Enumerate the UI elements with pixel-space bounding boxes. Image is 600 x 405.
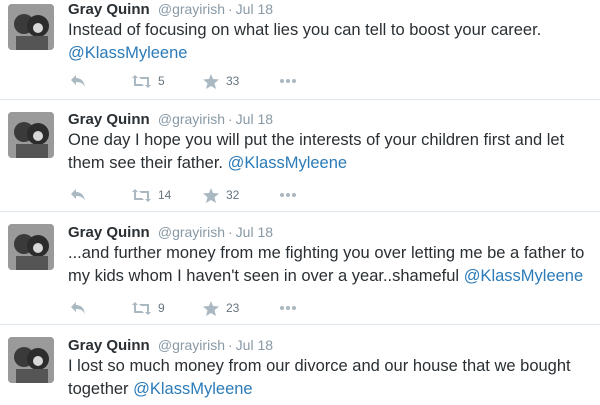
favorite-button[interactable]: 33 (203, 71, 239, 91)
reply-button[interactable] (70, 298, 86, 318)
tweet-text-line: Instead of focusing on what lies you can… (68, 21, 542, 39)
user-handle[interactable]: @grayirish (158, 1, 225, 17)
separator: · (227, 111, 233, 127)
tweet-3: Gray Quinn @grayirish · Jul 18 ...and furt… (0, 212, 600, 325)
user-name[interactable]: Gray Quinn (68, 111, 150, 128)
more-button[interactable] (279, 185, 297, 205)
tweet-header: Gray Quinn @grayirish · Jul 18 (68, 110, 273, 128)
tweet-text-line: ...and further money from me fighting yo… (68, 244, 585, 262)
reply-button[interactable] (70, 71, 86, 91)
reply-icon (71, 189, 85, 201)
more-dots-icon (280, 79, 296, 83)
retweet-button[interactable]: 5 (132, 71, 165, 91)
tweet-2: Gray Quinn @grayirish · Jul 18 One day I h… (0, 100, 600, 212)
reply-icon (71, 302, 85, 314)
more-dots-icon (280, 306, 296, 310)
tweet-date[interactable]: Jul 18 (236, 1, 273, 17)
retweet-count: 14 (158, 188, 172, 202)
favorite-button[interactable]: 32 (203, 185, 239, 205)
retweet-icon (132, 301, 151, 315)
avatar[interactable] (8, 337, 54, 383)
tweet-4: Gray Quinn @grayirish · Jul 18 I lost so m… (0, 325, 600, 405)
user-name[interactable]: Gray Quinn (68, 1, 150, 18)
mention-link[interactable]: @KlassMyleene (68, 44, 187, 62)
retweet-icon (132, 188, 151, 202)
favorite-count: 32 (226, 188, 240, 202)
user-handle[interactable]: @grayirish (158, 224, 225, 240)
reply-button[interactable] (70, 185, 86, 205)
avatar[interactable] (8, 112, 54, 158)
tweet-1: Gray Quinn @grayirish · Jul 18 Instead of … (0, 0, 600, 100)
retweet-count: 5 (158, 74, 165, 88)
mention-link[interactable]: @KlassMyleene (228, 154, 347, 172)
more-button[interactable] (279, 71, 297, 91)
separator: · (227, 224, 233, 240)
favorite-star-icon (203, 300, 219, 316)
user-handle[interactable]: @grayirish (158, 111, 225, 127)
mention-link[interactable]: @KlassMyleene (133, 380, 252, 398)
tweet-header: Gray Quinn @grayirish · Jul 18 (68, 223, 273, 241)
retweet-button[interactable]: 9 (132, 298, 165, 318)
retweet-button[interactable]: 14 (132, 185, 171, 205)
tweet-text: One day I hope you will put the interest… (68, 129, 596, 175)
tweet-date[interactable]: Jul 18 (236, 337, 273, 353)
tweet-text-line: together (68, 380, 129, 398)
user-name[interactable]: Gray Quinn (68, 224, 150, 241)
tweet-date[interactable]: Jul 18 (236, 224, 273, 240)
tweet-header: Gray Quinn @grayirish · Jul 18 (68, 336, 273, 354)
favorite-star-icon (203, 73, 219, 89)
tweet-text-line: my kids whom I haven't seen in over a ye… (68, 267, 460, 285)
tweet-text-line: I lost so much money from our divorce an… (68, 357, 571, 375)
favorite-count: 33 (226, 74, 240, 88)
avatar[interactable] (8, 4, 54, 50)
more-button[interactable] (279, 298, 297, 318)
tweet-text: I lost so much money from our divorce an… (68, 355, 596, 401)
tweet-text: ...and further money from me fighting yo… (68, 242, 596, 288)
user-handle[interactable]: @grayirish (158, 337, 225, 353)
more-dots-icon (280, 193, 296, 197)
avatar[interactable] (8, 224, 54, 270)
mention-link[interactable]: @KlassMyleene (464, 267, 583, 285)
tweet-text-line: One day I hope you will put the interest… (68, 131, 565, 149)
user-name[interactable]: Gray Quinn (68, 337, 150, 354)
separator: · (227, 1, 233, 17)
tweet-text: Instead of focusing on what lies you can… (68, 19, 596, 65)
separator: · (227, 337, 233, 353)
retweet-icon (132, 74, 151, 88)
reply-icon (71, 75, 85, 87)
retweet-count: 9 (158, 301, 165, 315)
favorite-star-icon (203, 187, 219, 203)
tweet-date[interactable]: Jul 18 (236, 111, 273, 127)
tweet-header: Gray Quinn @grayirish · Jul 18 (68, 0, 273, 18)
favorite-count: 23 (226, 301, 240, 315)
tweet-text-line: them see their father. (68, 154, 224, 172)
favorite-button[interactable]: 23 (203, 298, 239, 318)
